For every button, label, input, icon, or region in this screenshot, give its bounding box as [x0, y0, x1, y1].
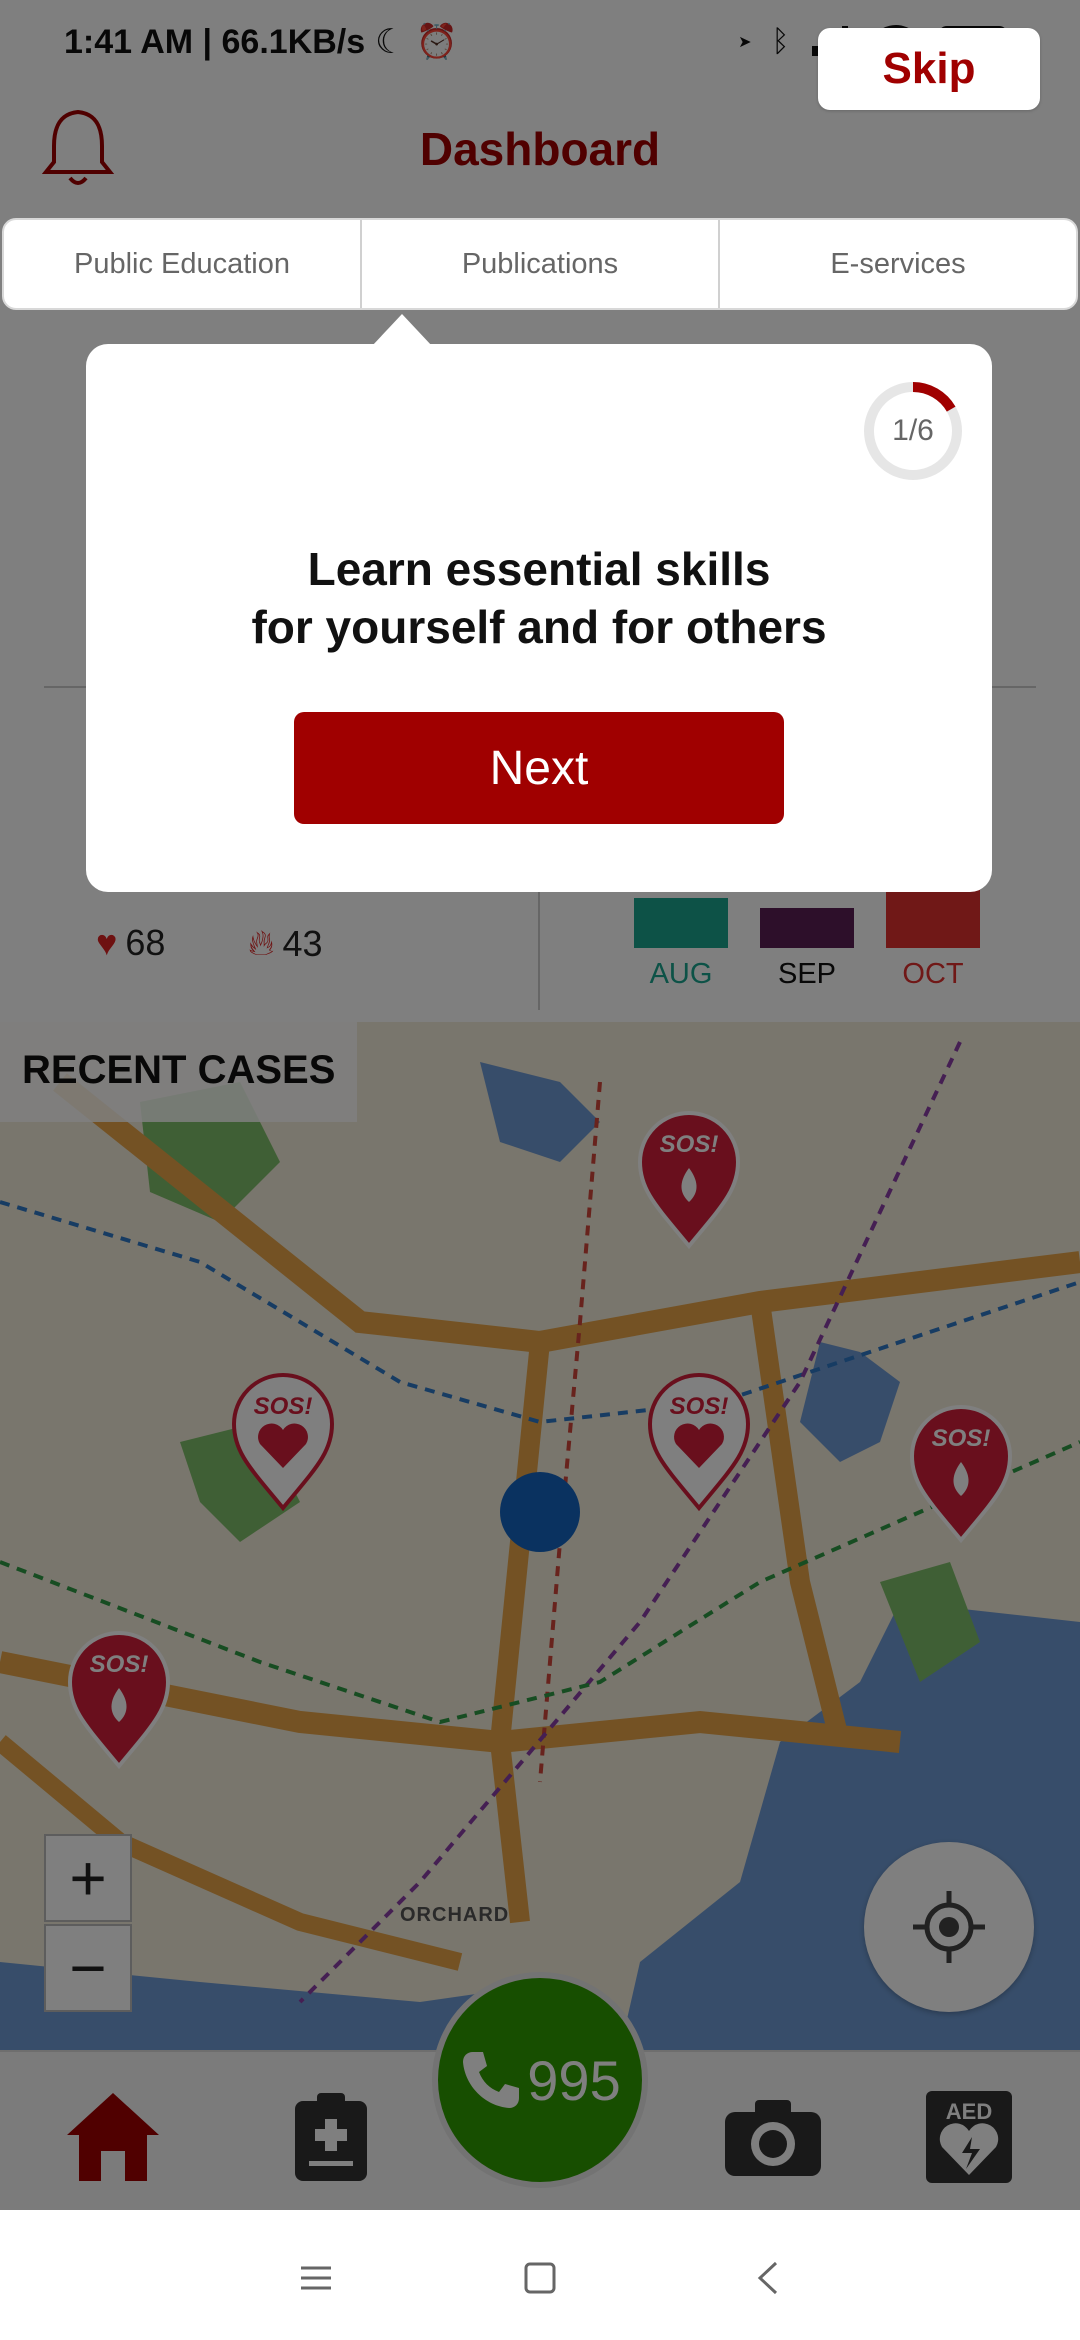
tooltip-arrow [372, 314, 432, 346]
back-icon[interactable] [738, 2248, 798, 2308]
skip-button[interactable]: Skip [818, 28, 1040, 110]
tab-bar: Public Education Publications E-services [2, 218, 1078, 310]
tab-e-services[interactable]: E-services [720, 220, 1076, 308]
onboarding-tooltip: 1/6 Learn essential skills for yourself … [86, 314, 992, 892]
menu-icon[interactable] [286, 2248, 346, 2308]
home-square-icon[interactable] [510, 2248, 570, 2308]
tooltip-line-2: for yourself and for others [251, 601, 827, 653]
onboarding-overlay[interactable] [0, 0, 1080, 2210]
tooltip-line-1: Learn essential skills [307, 543, 771, 595]
step-counter: 1/6 [892, 414, 934, 447]
tooltip-message: Learn essential skills for yourself and … [86, 540, 992, 656]
system-nav-bar [0, 2210, 1080, 2340]
tab-public-education[interactable]: Public Education [4, 220, 362, 308]
next-button[interactable]: Next [294, 712, 784, 824]
tab-publications[interactable]: Publications [362, 220, 720, 308]
